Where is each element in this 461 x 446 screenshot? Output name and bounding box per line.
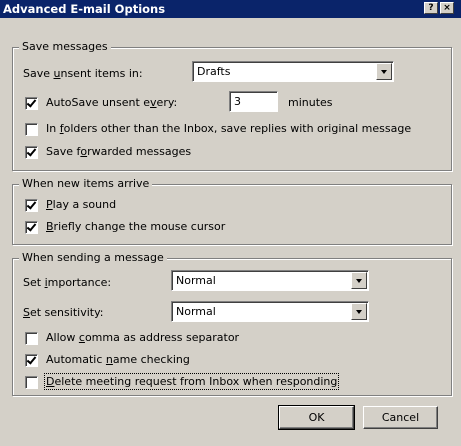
ok-button[interactable]: OK xyxy=(278,405,355,430)
importance-label: Set importance: xyxy=(23,276,112,289)
close-button[interactable]: × xyxy=(440,2,454,14)
sensitivity-combo[interactable]: Normal xyxy=(171,301,369,322)
change-cursor-checkbox[interactable] xyxy=(25,221,38,234)
play-sound-checkbox[interactable] xyxy=(25,199,38,212)
advanced-email-options-dialog: Advanced E-mail Options ? × Save message… xyxy=(0,0,461,446)
sending-group: When sending a message Set importance: N… xyxy=(12,251,452,396)
chevron-down-icon[interactable] xyxy=(351,272,367,289)
new-items-legend: When new items arrive xyxy=(19,177,153,190)
save-messages-group: Save messages Save unsent items in: Draf… xyxy=(12,40,452,171)
save-unsent-label: Save unsent items in: xyxy=(23,67,143,80)
play-sound-label: Play a sound xyxy=(46,198,117,211)
minutes-label: minutes xyxy=(288,96,333,109)
cancel-button[interactable]: Cancel xyxy=(363,406,438,429)
sensitivity-value: Normal xyxy=(176,305,216,318)
autosave-checkbox[interactable] xyxy=(25,97,38,110)
chevron-down-icon[interactable] xyxy=(376,63,392,80)
comma-separator-label: Allow comma as address separator xyxy=(46,331,240,344)
sending-legend: When sending a message xyxy=(19,251,167,264)
delete-meeting-checkbox[interactable] xyxy=(25,376,38,389)
importance-combo[interactable]: Normal xyxy=(171,270,369,291)
name-checking-checkbox[interactable] xyxy=(25,354,38,367)
importance-value: Normal xyxy=(176,274,216,287)
change-cursor-label: Briefly change the mouse cursor xyxy=(46,220,226,233)
save-unsent-folder-value: Drafts xyxy=(197,65,231,78)
autosave-minutes-value: 3 xyxy=(234,95,241,108)
in-folders-checkbox[interactable] xyxy=(25,123,38,136)
autosave-label: AutoSave unsent every: xyxy=(46,96,178,109)
chevron-down-icon[interactable] xyxy=(351,303,367,320)
save-messages-legend: Save messages xyxy=(19,40,111,53)
title-bar: Advanced E-mail Options ? × xyxy=(0,0,461,18)
save-forwarded-checkbox[interactable] xyxy=(25,146,38,159)
save-unsent-folder-combo[interactable]: Drafts xyxy=(192,61,394,82)
in-folders-label: In folders other than the Inbox, save re… xyxy=(46,122,412,135)
autosave-minutes-input[interactable]: 3 xyxy=(229,91,278,112)
name-checking-label: Automatic name checking xyxy=(46,353,190,366)
window-title: Advanced E-mail Options xyxy=(3,2,166,16)
help-button[interactable]: ? xyxy=(424,2,438,14)
comma-separator-checkbox[interactable] xyxy=(25,332,38,345)
sensitivity-label: Set sensitivity: xyxy=(23,306,104,319)
save-forwarded-label: Save forwarded messages xyxy=(46,145,192,158)
delete-meeting-label: Delete meeting request from Inbox when r… xyxy=(43,373,340,390)
new-items-group: When new items arrive Play a sound Brief… xyxy=(12,177,452,245)
